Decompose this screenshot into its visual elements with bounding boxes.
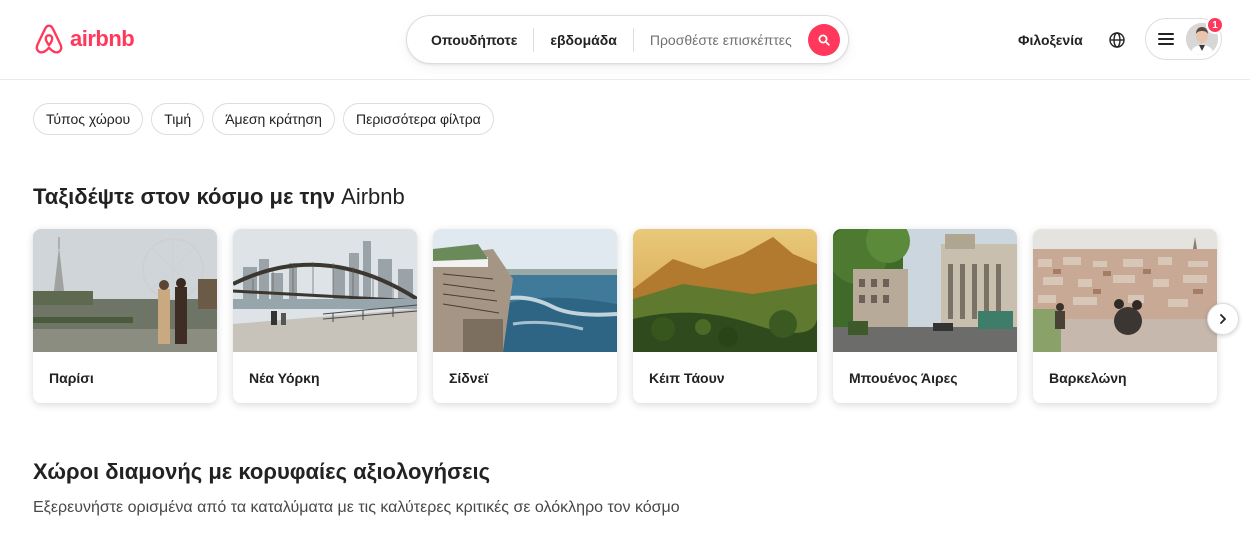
destination-image-cape-town <box>633 229 817 352</box>
destination-card-cape-town[interactable]: Κέιπ Τάουν <box>633 229 817 403</box>
notification-badge: 1 <box>1206 16 1224 34</box>
destination-card-barcelona[interactable]: Βαρκελώνη <box>1033 229 1217 403</box>
destination-card-paris[interactable]: Παρίσι <box>33 229 217 403</box>
top-header: airbnb Οπουδήποτε εβδομάδα Προσθέστε επι… <box>0 0 1250 80</box>
airbnb-logo[interactable]: airbnb <box>32 22 135 56</box>
search-location[interactable]: Οπουδήποτε <box>407 28 533 52</box>
destination-label: Βαρκελώνη <box>1049 369 1127 386</box>
filter-instant-book[interactable]: Άμεση κράτηση <box>212 103 335 135</box>
language-button[interactable] <box>1105 28 1129 52</box>
destination-label: Σίδνεϊ <box>449 369 489 386</box>
airbnb-logo-icon <box>35 24 63 54</box>
search-icon <box>818 34 830 46</box>
brand-name: airbnb <box>70 26 135 51</box>
destination-label: Μπουένος Άιρες <box>849 369 958 386</box>
carousel-next-button[interactable] <box>1207 303 1239 335</box>
travel-title-brand: Airbnb <box>335 184 405 209</box>
hamburger-menu-icon <box>1158 33 1174 45</box>
destination-label: Παρίσι <box>49 369 94 386</box>
filter-room-type[interactable]: Τύπος χώρου <box>33 103 144 135</box>
destination-image-buenos-aires <box>833 229 1017 352</box>
search-guests[interactable]: Προσθέστε επισκέπτες <box>634 32 808 48</box>
globe-icon <box>1109 32 1125 48</box>
destination-label: Νέα Υόρκη <box>249 369 320 386</box>
destination-label: Κέιπ Τάουν <box>649 369 725 386</box>
top-rated-section-title: Χώροι διαμονής με κορυφαίες αξιολογήσεις <box>33 459 491 484</box>
destination-image-new-york <box>233 229 417 352</box>
destination-image-paris <box>33 229 217 352</box>
search-button[interactable] <box>808 23 840 56</box>
destination-card-buenos-aires[interactable]: Μπουένος Άιρες <box>833 229 1017 403</box>
destination-card-sydney[interactable]: Σίδνεϊ <box>433 229 617 403</box>
filter-price[interactable]: Τιμή <box>151 103 205 135</box>
destination-image-sydney <box>433 229 617 352</box>
travel-title-bold: Ταξιδέψτε στον κόσμο με την <box>33 184 336 209</box>
destination-carousel: Παρίσι Νέα Υόρκη Σίδνεϊ Κέιπ Τάουν Μπουέ… <box>33 229 1217 403</box>
top-rated-section-subtitle: Εξερευνήστε ορισμένα από τα καταλύματα μ… <box>33 499 680 516</box>
filter-more[interactable]: Περισσότερα φίλτρα <box>342 103 494 135</box>
profile-menu-button[interactable]: 1 <box>1145 16 1224 60</box>
filter-bar: Τύπος χώρου Τιμή Άμεση κράτηση Περισσότε… <box>33 103 494 135</box>
destination-image-barcelona <box>1033 229 1217 352</box>
travel-section-title: Ταξιδέψτε στον κόσμο με την Airbnb <box>33 184 405 210</box>
search-bar[interactable]: Οπουδήποτε εβδομάδα Προσθέστε επισκέπτες <box>406 15 849 64</box>
chevron-right-icon <box>1220 314 1226 324</box>
search-dates[interactable]: εβδομάδα <box>534 28 633 52</box>
destination-card-new-york[interactable]: Νέα Υόρκη <box>233 229 417 403</box>
host-link[interactable]: Φιλοξενία <box>1010 28 1091 52</box>
